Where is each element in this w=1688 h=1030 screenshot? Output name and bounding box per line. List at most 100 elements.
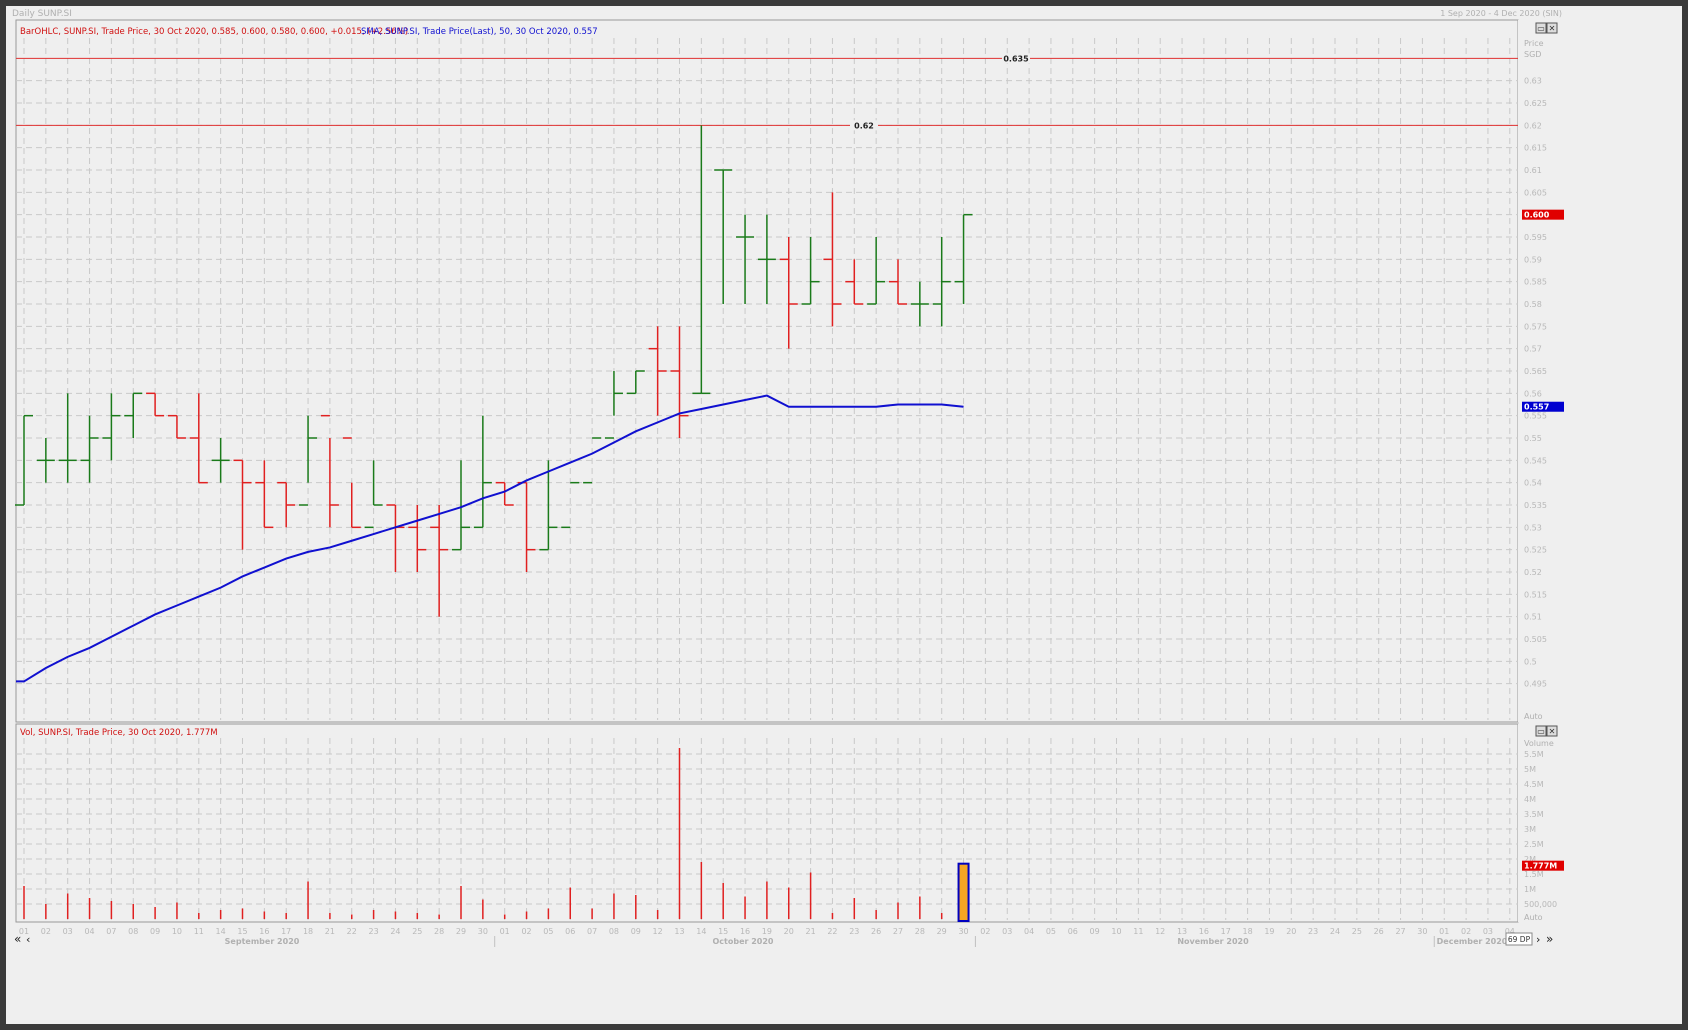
price-tick-label: 0.625 <box>1524 99 1547 108</box>
hline-label: 0.62 <box>854 121 874 130</box>
price-tick-label: 0.605 <box>1524 188 1547 197</box>
close-icon: ✕ <box>1549 24 1556 33</box>
x-tick-label: 09 <box>150 927 160 936</box>
price-tick-label: 0.505 <box>1524 635 1547 644</box>
volume-tick-label: 3M <box>1524 825 1536 834</box>
x-tick-label: 06 <box>565 927 575 936</box>
x-tick-label: 07 <box>587 927 597 936</box>
scroll-start-icon[interactable]: « <box>14 932 21 946</box>
x-tick-label: 03 <box>1002 927 1012 936</box>
x-tick-label: 18 <box>1243 927 1253 936</box>
price-tick-label: 0.585 <box>1524 278 1547 287</box>
x-tick-label: 16 <box>259 927 269 936</box>
chart-window: Daily SUNP.SI 1 Sep 2020 - 4 Dec 2020 (SI… <box>0 0 1688 1030</box>
price-tick-label: 0.55 <box>1524 434 1542 443</box>
volume-tick-label: 4M <box>1524 795 1536 804</box>
x-tick-label: 26 <box>871 927 881 936</box>
x-tick-label: 29 <box>937 927 947 936</box>
x-tick-label: 07 <box>106 927 116 936</box>
price-tick-label: 0.5 <box>1524 657 1537 666</box>
x-tick-label: 05 <box>1046 927 1056 936</box>
x-tick-label: 14 <box>696 927 706 936</box>
volume-tick-label: 500,000 <box>1524 900 1557 909</box>
x-tick-label: 13 <box>1177 927 1187 936</box>
x-tick-label: 17 <box>281 927 291 936</box>
volume-tick-label: 1.5M <box>1524 870 1544 879</box>
x-tick-label: 23 <box>1308 927 1318 936</box>
x-tick-label: 03 <box>63 927 73 936</box>
date-range-label: 1 Sep 2020 - 4 Dec 2020 (SIN) <box>1440 9 1562 18</box>
price-tick-label: 0.59 <box>1524 255 1542 264</box>
price-tick-label: 0.535 <box>1524 501 1547 510</box>
x-month-label: December 2020 <box>1437 937 1508 946</box>
x-tick-label: 15 <box>237 927 247 936</box>
volume-tick-label: 2.5M <box>1524 840 1544 849</box>
x-tick-label: 08 <box>128 927 138 936</box>
price-tick-label: 0.615 <box>1524 144 1547 153</box>
last-volume-tag-text: 1.777M <box>1524 862 1557 871</box>
restore-icon: ▭ <box>1537 727 1545 736</box>
volume-axis-title: Volume <box>1524 739 1554 748</box>
x-tick-label: 13 <box>674 927 684 936</box>
price-tick-label: 0.56 <box>1524 389 1542 398</box>
x-tick-label: 09 <box>631 927 641 936</box>
chart-canvas: Daily SUNP.SI 1 Sep 2020 - 4 Dec 2020 (SI… <box>12 9 1568 947</box>
x-tick-label: 17 <box>1221 927 1231 936</box>
x-tick-label: 10 <box>172 927 182 936</box>
x-tick-label: 22 <box>827 927 837 936</box>
x-month-label: October 2020 <box>712 937 773 946</box>
price-tick-label: 0.57 <box>1524 345 1542 354</box>
x-tick-label: 02 <box>41 927 51 936</box>
x-tick-label: 01 <box>1439 927 1449 936</box>
price-legend-sma: SMA, SUNP.SI, Trade Price(Last), 50, 30 … <box>361 27 598 37</box>
price-tick-label: 0.525 <box>1524 546 1547 555</box>
hline-label: 0.635 <box>1003 54 1029 63</box>
x-tick-label: 08 <box>609 927 619 936</box>
last-price-tag-text: 0.600 <box>1524 211 1550 220</box>
price-tick-label: 0.53 <box>1524 523 1542 532</box>
x-tick-label: 21 <box>806 927 816 936</box>
price-tick-label: 0.555 <box>1524 412 1547 421</box>
x-tick-label: 02 <box>521 927 531 936</box>
x-tick-label: 25 <box>1352 927 1362 936</box>
restore-icon: ▭ <box>1537 24 1545 33</box>
x-tick-label: 03 <box>1483 927 1493 936</box>
volume-tick-label: 5M <box>1524 765 1536 774</box>
price-tick-label: 0.575 <box>1524 322 1547 331</box>
x-tick-label: 28 <box>915 927 925 936</box>
sma-tag-text: 0.557 <box>1524 403 1549 412</box>
x-tick-label: 24 <box>390 927 400 936</box>
x-tick-label: 12 <box>653 927 663 936</box>
x-tick-label: 11 <box>194 927 204 936</box>
volume-bar-selected[interactable] <box>957 862 970 923</box>
price-axis-unit: SGD <box>1524 50 1541 59</box>
x-tick-label: 16 <box>740 927 750 936</box>
scroll-left-icon[interactable]: ‹ <box>26 933 30 946</box>
volume-tick-label: 1M <box>1524 885 1536 894</box>
price-tick-label: 0.61 <box>1524 166 1542 175</box>
close-icon: ✕ <box>1549 727 1556 736</box>
x-tick-label: 27 <box>1395 927 1405 936</box>
x-tick-label: 25 <box>412 927 422 936</box>
volume-legend: Vol, SUNP.SI, Trade Price, 30 Oct 2020, … <box>20 728 218 738</box>
x-tick-label: 15 <box>718 927 728 936</box>
x-tick-label: 20 <box>1286 927 1296 936</box>
scroll-right-icon[interactable]: › <box>1536 933 1540 946</box>
price-axis-title: Price <box>1524 39 1544 48</box>
x-tick-label: 28 <box>434 927 444 936</box>
x-tick-label: 30 <box>958 927 968 936</box>
x-tick-label: 04 <box>1024 927 1034 936</box>
price-tick-label: 0.58 <box>1524 300 1542 309</box>
x-tick-label: 02 <box>1461 927 1471 936</box>
window-title: Daily SUNP.SI <box>12 9 72 19</box>
price-tick-label: 0.52 <box>1524 568 1542 577</box>
x-tick-label: 30 <box>478 927 488 936</box>
price-tick-label: 0.51 <box>1524 613 1542 622</box>
x-tick-label: 05 <box>543 927 553 936</box>
price-tick-label: 0.595 <box>1524 233 1547 242</box>
scroll-end-icon[interactable]: » <box>1546 932 1553 946</box>
x-tick-label: 21 <box>325 927 335 936</box>
price-tick-label: 0.62 <box>1524 121 1542 130</box>
x-tick-label: 04 <box>84 927 94 936</box>
x-tick-label: 02 <box>980 927 990 936</box>
